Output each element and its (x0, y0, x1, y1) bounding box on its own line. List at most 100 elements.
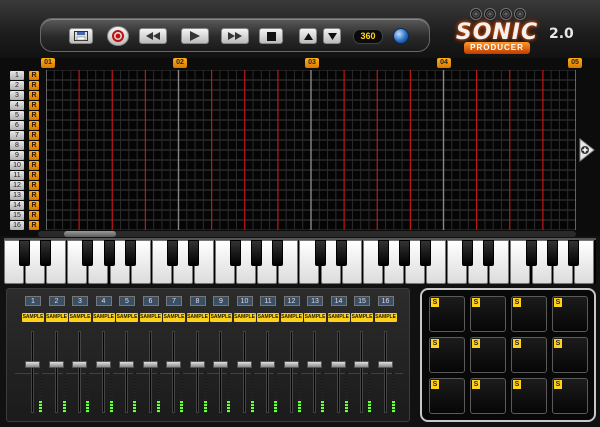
row-reset-button[interactable]: R (29, 91, 39, 100)
drum-pad[interactable]: S (429, 378, 465, 414)
row-reset-button[interactable]: R (29, 221, 39, 230)
row-reset-button[interactable]: R (29, 71, 39, 80)
tempo-down-button[interactable] (323, 28, 341, 44)
drum-pad[interactable]: S (511, 296, 547, 332)
volume-fader[interactable] (48, 361, 64, 368)
drum-pad[interactable]: S (552, 337, 588, 373)
globe-icon[interactable] (393, 28, 409, 44)
drum-pad[interactable]: S (552, 296, 588, 332)
sample-button[interactable]: SAMPLE (257, 313, 279, 322)
drum-pad[interactable]: S (552, 378, 588, 414)
volume-fader[interactable] (283, 361, 299, 368)
row-reset-button[interactable]: R (29, 111, 39, 120)
bar-marker[interactable]: 02 (173, 58, 187, 68)
sequencer-scrollbar[interactable] (38, 231, 576, 237)
sample-button[interactable]: SAMPLE (22, 313, 44, 322)
sample-button[interactable]: SAMPLE (327, 313, 350, 322)
sample-button[interactable]: SAMPLE (163, 313, 185, 322)
expand-button[interactable] (579, 138, 595, 162)
row-number: 14 (10, 201, 24, 210)
black-key[interactable] (420, 240, 431, 266)
sample-button[interactable]: SAMPLE (304, 313, 326, 322)
volume-fader[interactable] (72, 361, 87, 368)
sample-button[interactable]: SAMPLE (92, 313, 115, 322)
black-key[interactable] (166, 240, 178, 266)
sample-button[interactable]: SAMPLE (351, 313, 373, 322)
play-button[interactable] (181, 28, 209, 44)
volume-fader[interactable] (166, 361, 181, 368)
black-key[interactable] (40, 240, 52, 266)
black-key[interactable] (272, 240, 284, 266)
drum-pad[interactable]: S (470, 337, 506, 373)
row-reset-button[interactable]: R (29, 121, 39, 130)
volume-fader[interactable] (25, 361, 40, 368)
drum-pad[interactable]: S (511, 378, 547, 414)
row-reset-button[interactable]: R (29, 141, 39, 150)
black-key[interactable] (19, 240, 31, 266)
volume-fader[interactable] (189, 361, 205, 368)
black-key[interactable] (124, 240, 136, 266)
row-reset-button[interactable]: R (29, 211, 39, 220)
row-reset-button[interactable]: R (29, 81, 39, 90)
volume-fader[interactable] (330, 361, 346, 368)
drum-pad[interactable]: S (511, 337, 547, 373)
volume-fader[interactable] (142, 361, 158, 368)
volume-fader[interactable] (307, 361, 322, 368)
black-key[interactable] (230, 240, 242, 266)
row-reset-button[interactable]: R (29, 131, 39, 140)
fast-forward-button[interactable] (221, 28, 249, 44)
sample-button[interactable]: SAMPLE (116, 313, 138, 322)
volume-fader[interactable] (213, 361, 228, 368)
save-button[interactable] (69, 28, 93, 44)
volume-fader[interactable] (377, 361, 393, 368)
row-reset-button[interactable]: R (29, 161, 39, 170)
row-reset-button[interactable]: R (29, 191, 39, 200)
black-key[interactable] (251, 240, 263, 266)
black-key[interactable] (187, 240, 199, 266)
record-button[interactable] (107, 26, 129, 46)
rewind-button[interactable] (139, 28, 167, 44)
sample-button[interactable]: SAMPLE (139, 313, 162, 322)
stop-button[interactable] (259, 28, 283, 44)
step-grid[interactable] (46, 70, 576, 230)
sample-button[interactable]: SAMPLE (233, 313, 256, 322)
volume-fader[interactable] (119, 361, 134, 368)
tempo-up-button[interactable] (299, 28, 317, 44)
bar-marker[interactable]: 03 (305, 58, 319, 68)
sample-button[interactable]: SAMPLE (186, 313, 209, 322)
row-reset-button[interactable]: R (29, 101, 39, 110)
bar-marker[interactable]: 05 (568, 58, 582, 68)
black-key[interactable] (525, 240, 537, 266)
drum-pad[interactable]: S (429, 337, 465, 373)
black-key[interactable] (82, 240, 94, 266)
row-reset-button[interactable]: R (29, 171, 39, 180)
black-key[interactable] (335, 240, 347, 266)
step-grid-lines[interactable] (46, 70, 576, 230)
sample-button[interactable]: SAMPLE (374, 313, 397, 322)
black-key[interactable] (483, 240, 495, 266)
black-key[interactable] (567, 240, 579, 266)
drum-pad[interactable]: S (429, 296, 465, 332)
drum-pad[interactable]: S (470, 296, 506, 332)
sample-button[interactable]: SAMPLE (280, 313, 303, 322)
volume-fader[interactable] (95, 361, 111, 368)
scrollbar-thumb[interactable] (64, 231, 116, 237)
bar-marker[interactable]: 01 (41, 58, 55, 68)
black-key[interactable] (462, 240, 474, 266)
row-reset-button[interactable]: R (29, 151, 39, 160)
volume-fader[interactable] (354, 361, 369, 368)
black-key[interactable] (377, 240, 389, 266)
sample-button[interactable]: SAMPLE (210, 313, 232, 322)
volume-fader[interactable] (260, 361, 275, 368)
drum-pad[interactable]: S (470, 378, 506, 414)
black-key[interactable] (314, 240, 326, 266)
sample-button[interactable]: SAMPLE (45, 313, 68, 322)
sample-button[interactable]: SAMPLE (69, 313, 91, 322)
row-reset-button[interactable]: R (29, 181, 39, 190)
black-key[interactable] (546, 240, 558, 266)
black-key[interactable] (103, 240, 115, 266)
black-key[interactable] (398, 240, 410, 266)
volume-fader[interactable] (236, 361, 252, 368)
row-reset-button[interactable]: R (29, 201, 39, 210)
bar-marker[interactable]: 04 (437, 58, 451, 68)
